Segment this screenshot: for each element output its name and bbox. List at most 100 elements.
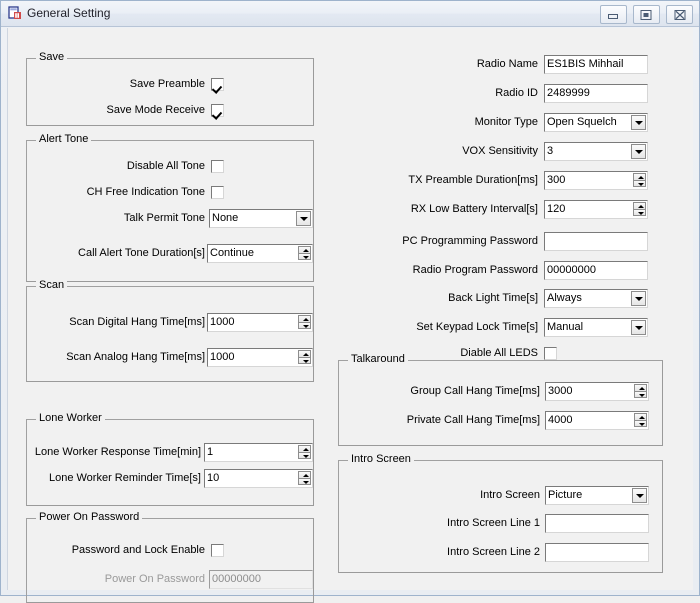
group-intro-screen: Intro Screen Intro Screen Picture Intro … [338, 454, 663, 573]
maximize-button[interactable] [632, 5, 660, 24]
row-password-and-lock-enable: Password and Lock Enable [27, 541, 205, 560]
password-and-lock-enable-checkbox[interactable] [211, 544, 224, 557]
row-lone-worker-response-time: Lone Worker Response Time[min] [15, 443, 201, 462]
row-vox-sensitivity: VOX Sensitivity [328, 142, 538, 161]
group-scan: Scan Scan Digital Hang Time[ms] 1000 Sca… [26, 280, 314, 382]
spinner-up-icon[interactable] [298, 315, 311, 322]
spinner-arrows[interactable] [633, 173, 646, 188]
spinner-up-icon[interactable] [633, 202, 646, 209]
rx-low-battery-interval-spinner[interactable]: 120 [544, 200, 648, 219]
spinner-down-icon[interactable] [298, 357, 311, 364]
private-call-hang-time-spinner[interactable]: 4000 [545, 411, 649, 430]
close-button[interactable] [666, 5, 693, 24]
spinner-down-icon[interactable] [634, 391, 647, 398]
set-keypad-lock-time-label: Set Keypad Lock Time[s] [416, 321, 538, 333]
monitor-type-label: Monitor Type [474, 116, 538, 128]
pc-programming-password-input[interactable] [544, 232, 648, 251]
ch-free-indication-tone-checkbox[interactable] [211, 186, 224, 199]
chevron-down-icon[interactable] [631, 291, 646, 306]
row-tx-preamble-duration: TX Preamble Duration[ms] [328, 171, 538, 190]
spinner-up-icon[interactable] [298, 471, 311, 478]
minimize-button[interactable] [599, 5, 627, 24]
spinner-up-icon[interactable] [634, 384, 647, 391]
spinner-arrows[interactable] [298, 315, 311, 330]
spinner-arrows[interactable] [634, 413, 647, 428]
tx-preamble-duration-value: 300 [547, 174, 566, 186]
spinner-up-icon[interactable] [298, 350, 311, 357]
spinner-down-icon[interactable] [634, 420, 647, 427]
lone-worker-reminder-time-spinner[interactable]: 10 [204, 469, 313, 488]
intro-screen-value: Picture [548, 489, 583, 501]
spinner-down-icon[interactable] [298, 322, 311, 329]
row-back-light-time: Back Light Time[s] [328, 289, 538, 308]
group-talkaround: Talkaround Group Call Hang Time[ms] 3000… [338, 354, 663, 446]
scan-analog-hang-time-label: Scan Analog Hang Time[ms] [66, 351, 205, 363]
intro-screen-line-1-input[interactable] [545, 514, 649, 533]
monitor-type-value: Open Squelch [547, 116, 617, 128]
save-preamble-checkbox[interactable] [211, 78, 224, 91]
spinner-up-icon[interactable] [634, 413, 647, 420]
disable-all-leds-checkbox[interactable] [544, 347, 557, 360]
spinner-arrows[interactable] [298, 350, 311, 365]
spinner-down-icon[interactable] [633, 180, 646, 187]
spinner-arrows[interactable] [298, 445, 311, 460]
monitor-type-combo[interactable]: Open Squelch [544, 113, 648, 132]
call-alert-tone-duration-spinner[interactable]: Continue [207, 244, 313, 263]
spinner-down-icon[interactable] [298, 452, 311, 459]
spinner-arrows[interactable] [298, 246, 311, 261]
chevron-down-icon[interactable] [296, 211, 311, 226]
lone-worker-response-time-spinner[interactable]: 1 [204, 443, 313, 462]
row-call-alert-tone-duration: Call Alert Tone Duration[s] [17, 244, 205, 263]
disable-all-tone-checkbox[interactable] [211, 160, 224, 173]
vox-sensitivity-value: 3 [547, 145, 554, 157]
group-save-title: Save [36, 52, 68, 63]
password-and-lock-enable-label: Password and Lock Enable [71, 544, 205, 556]
set-keypad-lock-time-combo[interactable]: Manual [544, 318, 648, 337]
tx-preamble-duration-spinner[interactable]: 300 [544, 171, 648, 190]
talk-permit-tone-value: None [212, 212, 239, 224]
group-call-hang-time-value: 3000 [548, 385, 573, 397]
row-disable-all-tone: Disable All Tone [27, 157, 205, 176]
row-pc-programming-password: PC Programming Password [328, 232, 538, 251]
group-save: Save Save Preamble Save Mode Receive [26, 52, 314, 126]
chevron-down-icon[interactable] [631, 144, 646, 159]
spinner-down-icon[interactable] [298, 253, 311, 260]
back-light-time-value: Always [547, 292, 582, 304]
radio-program-password-input[interactable]: 00000000 [544, 261, 648, 280]
spinner-up-icon[interactable] [633, 173, 646, 180]
chevron-down-icon[interactable] [632, 488, 647, 503]
chevron-down-icon[interactable] [631, 320, 646, 335]
save-mode-receive-checkbox[interactable] [211, 104, 224, 117]
group-lone-worker-title: Lone Worker [36, 413, 105, 424]
intro-screen-line-2-input[interactable] [545, 543, 649, 562]
lone-worker-reminder-time-value: 10 [207, 472, 220, 484]
scan-digital-hang-time-value: 1000 [210, 316, 235, 328]
spinner-up-icon[interactable] [298, 246, 311, 253]
spinner-arrows[interactable] [634, 384, 647, 399]
rx-low-battery-interval-label: RX Low Battery Interval[s] [410, 203, 538, 215]
group-intro-screen-title: Intro Screen [348, 454, 414, 465]
radio-name-input[interactable]: ES1BIS Mihhail [544, 55, 648, 74]
power-on-password-input[interactable]: 00000000 [209, 570, 313, 589]
intro-screen-combo[interactable]: Picture [545, 486, 649, 505]
row-intro-screen: Intro Screen [339, 486, 540, 505]
group-call-hang-time-spinner[interactable]: 3000 [545, 382, 649, 401]
radio-id-input[interactable]: 2489999 [544, 84, 648, 103]
tx-preamble-duration-label: TX Preamble Duration[ms] [408, 174, 538, 186]
spinner-up-icon[interactable] [298, 445, 311, 452]
spinner-arrows[interactable] [298, 471, 311, 486]
spinner-down-icon[interactable] [633, 209, 646, 216]
spinner-arrows[interactable] [633, 202, 646, 217]
scan-analog-hang-time-spinner[interactable]: 1000 [207, 348, 313, 367]
scan-digital-hang-time-spinner[interactable]: 1000 [207, 313, 313, 332]
row-radio-name: Radio Name [328, 55, 538, 74]
back-light-time-combo[interactable]: Always [544, 289, 648, 308]
row-group-call-hang-time: Group Call Hang Time[ms] [339, 382, 540, 401]
group-lone-worker: Lone Worker Lone Worker Response Time[mi… [26, 413, 314, 506]
pc-programming-password-label: PC Programming Password [402, 235, 538, 247]
spinner-down-icon[interactable] [298, 478, 311, 485]
window-title: General Setting [27, 6, 111, 20]
chevron-down-icon[interactable] [631, 115, 646, 130]
vox-sensitivity-combo[interactable]: 3 [544, 142, 648, 161]
talk-permit-tone-combo[interactable]: None [209, 209, 313, 228]
